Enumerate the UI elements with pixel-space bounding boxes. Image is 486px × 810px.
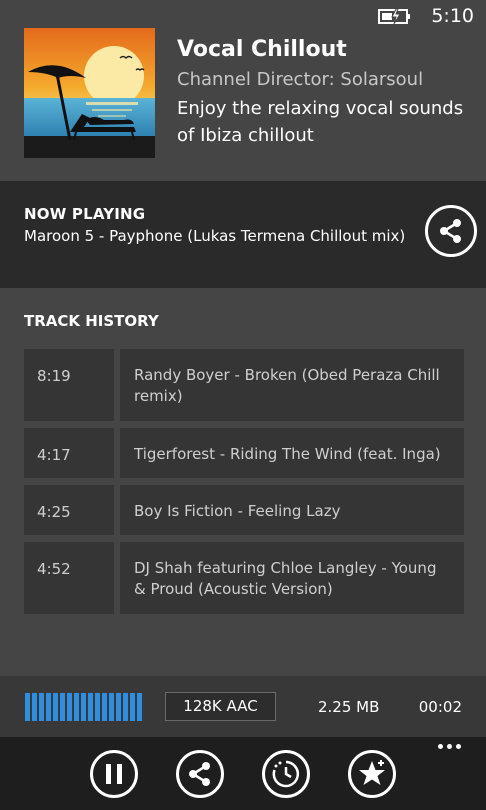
track-title: DJ Shah featuring Chloe Langley - Young … [120, 542, 464, 614]
channel-title: Vocal Chillout [177, 37, 347, 62]
level-segment [53, 693, 58, 721]
level-segment [46, 693, 51, 721]
level-segment [32, 693, 37, 721]
level-segment [39, 693, 44, 721]
level-segment [123, 693, 128, 721]
more-dots-icon[interactable] [438, 744, 461, 749]
level-segment [109, 693, 114, 721]
audio-level-meter [25, 693, 142, 721]
favorite-button[interactable] [348, 750, 396, 798]
pause-icon [106, 764, 122, 784]
share-button[interactable] [176, 750, 224, 798]
sleep-timer-icon [272, 760, 299, 788]
level-segment [88, 693, 93, 721]
track-history-row[interactable]: 4:25 Boy Is Fiction - Feeling Lazy [24, 485, 464, 535]
share-icon [440, 219, 461, 243]
channel-header: Vocal Chillout Channel Director: Solarso… [0, 28, 486, 181]
sleep-timer-button[interactable] [262, 750, 310, 798]
level-segment [60, 693, 65, 721]
track-duration: 4:52 [24, 542, 114, 614]
track-title: Tigerforest - Riding The Wind (feat. Ing… [120, 428, 464, 478]
bitrate-badge[interactable]: 128K AAC [165, 692, 276, 721]
level-segment [137, 693, 142, 721]
channel-director: Channel Director: Solarsoul [177, 69, 424, 90]
track-duration: 8:19 [24, 349, 114, 421]
battery-charging-icon [378, 8, 410, 25]
now-playing-share-button[interactable] [425, 205, 477, 257]
track-duration: 4:17 [24, 428, 114, 478]
level-segment [74, 693, 79, 721]
level-segment [95, 693, 100, 721]
track-history-heading: TRACK HISTORY [24, 312, 159, 330]
track-history-list: 8:19 Randy Boyer - Broken (Obed Peraza C… [24, 349, 464, 621]
level-segment [25, 693, 30, 721]
track-duration: 4:25 [24, 485, 114, 535]
track-history-row[interactable]: 4:17 Tigerforest - Riding The Wind (feat… [24, 428, 464, 478]
track-title: Boy Is Fiction - Feeling Lazy [120, 485, 464, 535]
app-bar [0, 737, 486, 810]
level-segment [67, 693, 72, 721]
level-segment [116, 693, 121, 721]
now-playing-panel: NOW PLAYING Maroon 5 - Payphone (Lukas T… [0, 181, 486, 288]
stream-size: 2.25 MB [318, 698, 380, 716]
now-playing-heading: NOW PLAYING [24, 205, 146, 223]
channel-cover-art [24, 28, 155, 158]
pause-button[interactable] [90, 750, 138, 798]
player-info-bar: 128K AAC 2.25 MB 00:02 [0, 676, 486, 737]
favorite-star-icon [359, 760, 385, 785]
track-history-row[interactable]: 8:19 Randy Boyer - Broken (Obed Peraza C… [24, 349, 464, 421]
track-title: Randy Boyer - Broken (Obed Peraza Chill … [120, 349, 464, 421]
level-segment [130, 693, 135, 721]
elapsed-time: 00:02 [418, 698, 462, 716]
now-playing-track: Maroon 5 - Payphone (Lukas Termena Chill… [24, 227, 406, 245]
level-segment [102, 693, 107, 721]
status-clock: 5:10 [431, 5, 474, 27]
track-history-row[interactable]: 4:52 DJ Shah featuring Chloe Langley - Y… [24, 542, 464, 614]
channel-description: Enjoy the relaxing vocal sounds of Ibiza… [177, 98, 464, 146]
level-segment [81, 693, 86, 721]
share-icon [189, 762, 210, 786]
